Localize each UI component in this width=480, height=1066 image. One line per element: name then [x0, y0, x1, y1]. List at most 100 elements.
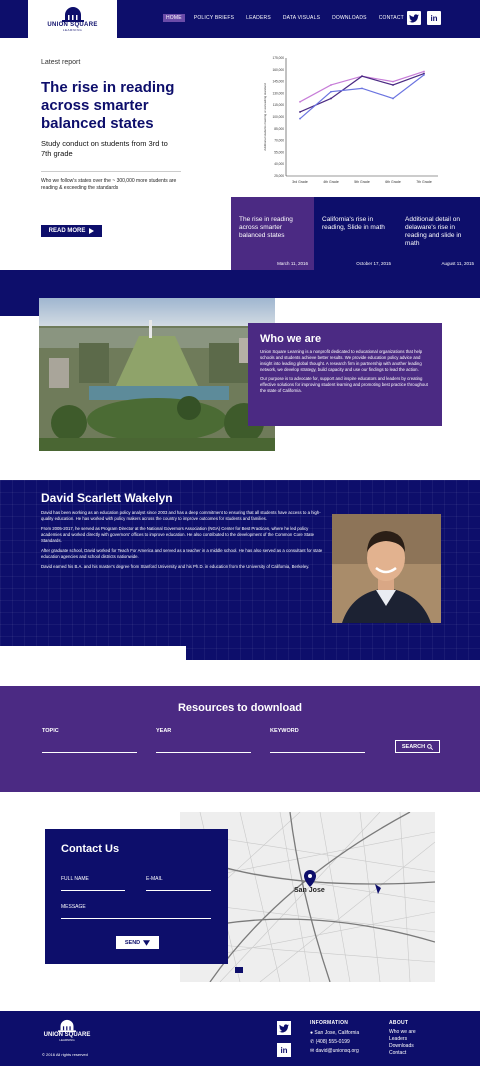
- brand-tagline: LEARNING: [62, 28, 83, 32]
- bio-paragraph: After graduate school, David worked for …: [41, 548, 323, 559]
- read-more-label: READ MORE: [48, 228, 86, 234]
- phone-icon: ✆: [310, 1039, 315, 1045]
- chart-point: [299, 111, 301, 113]
- resources-title: Resources to download: [177, 702, 303, 714]
- footer-email-text: david@unionsq.org: [315, 1048, 359, 1054]
- contact-title: Contact Us: [61, 843, 120, 855]
- report-card[interactable]: The rise in reading across smarter balan…: [231, 197, 314, 270]
- nav-item-policy-briefs[interactable]: POLICY BRIEFS: [191, 14, 237, 22]
- brand-logo[interactable]: UNION SQUARE LEARNING: [28, 0, 117, 38]
- linkedin-icon[interactable]: in: [277, 1043, 291, 1057]
- report-card-date: March 11, 2016: [277, 261, 308, 266]
- search-icon: [427, 743, 434, 750]
- chart-point: [330, 97, 332, 100]
- report-card[interactable]: Additional detail on delaware's rise in …: [397, 197, 480, 270]
- report-card-date: October 17, 2015: [356, 261, 391, 266]
- chart-x-tick: 5th Grade: [354, 180, 370, 184]
- nav-item-data-visuals[interactable]: DATA VISUALS: [280, 14, 323, 22]
- footer-phone: ✆ (408) 555-0199: [310, 1039, 350, 1046]
- bio-name: David Scarlett Wakelyn: [41, 491, 173, 505]
- footer-link[interactable]: Contact: [389, 1050, 406, 1057]
- who-we-are-panel: Who we are Union Square Learning is a no…: [248, 323, 442, 426]
- chart-y-tick: 160,000: [272, 68, 284, 72]
- footer-brand-tagline: LEARNING: [59, 1038, 75, 1042]
- about-paragraph: Union Square Learning is a nonprofit ded…: [260, 349, 423, 372]
- report-card[interactable]: California's rise in reading, Slide in m…: [314, 197, 397, 270]
- hero-eyebrow: Latest report: [41, 59, 81, 66]
- bio-top-edge: [0, 472, 480, 480]
- mail-icon: ✉: [310, 1048, 315, 1054]
- nav-item-leaders[interactable]: LEADERS: [243, 14, 274, 22]
- topic-input[interactable]: [42, 752, 137, 753]
- footer-link[interactable]: Who we are: [389, 1029, 416, 1036]
- search-button[interactable]: SEARCH: [395, 740, 440, 753]
- topic-label: TOPIC: [42, 728, 59, 734]
- david-portrait: [332, 514, 441, 623]
- bio-bottom-edge: [0, 646, 186, 688]
- about-title: Who we are: [260, 333, 322, 345]
- hero-title: The rise in reading across smarter balan…: [41, 79, 175, 132]
- keyword-label: KEYWORD: [270, 728, 299, 734]
- footer-logo[interactable]: UNION SQUARE LEARNING: [42, 1019, 92, 1042]
- year-input[interactable]: [156, 752, 251, 753]
- linkedin-icon[interactable]: in: [427, 11, 441, 25]
- map-city-label: San Jose: [294, 887, 325, 894]
- top-nav: UNION SQUARE LEARNING HOME POLICY BRIEFS…: [0, 0, 480, 38]
- about-paragraph: Our purpose is to advocate for, support …: [260, 376, 428, 393]
- send-button[interactable]: SEND: [116, 936, 159, 949]
- nav-item-contact[interactable]: CONTACT: [376, 14, 407, 22]
- footer-link[interactable]: Downloads: [389, 1043, 414, 1050]
- full-name-input[interactable]: [61, 890, 125, 891]
- report-card-date: August 11, 2015: [441, 261, 474, 266]
- main-menu: HOME POLICY BRIEFS LEADERS DATA VISUALS …: [163, 14, 407, 22]
- chart-x-tick: 3rd Grade: [292, 180, 308, 184]
- chart-y-tick: 115,000: [273, 103, 285, 107]
- resources-section: Resources to download TOPIC YEAR KEYWORD…: [0, 686, 480, 792]
- footer-phone-text: (408) 555-0199: [315, 1039, 350, 1045]
- search-label: SEARCH: [401, 743, 426, 750]
- keyword-input[interactable]: [270, 752, 365, 753]
- chart-point: [423, 70, 425, 73]
- footer-email[interactable]: ✉ david@unionsq.org: [310, 1048, 359, 1055]
- chart-series-line: [299, 72, 425, 113]
- site-footer: UNION SQUARE LEARNING © 2016 All rights …: [0, 1011, 480, 1066]
- nav-item-downloads[interactable]: DOWNLOADS: [329, 14, 370, 22]
- report-card-title: Additional detail on delaware's rise in …: [405, 216, 462, 247]
- washington-mall-photo: [39, 298, 275, 451]
- footer-address: ● San Jose, California: [310, 1030, 359, 1037]
- footer-link[interactable]: Leaders: [389, 1036, 407, 1043]
- chart-point: [392, 84, 394, 86]
- hero-description: Who we follow's states over the ~ 300,00…: [41, 178, 177, 191]
- send-icon: [143, 939, 151, 946]
- location-pin-icon: ●: [310, 1030, 314, 1036]
- footer-about-title: ABOUT: [389, 1020, 409, 1026]
- capitol-dome-icon: [61, 7, 84, 22]
- chart-y-tick: 175,000: [272, 56, 284, 60]
- chart-y-label: Additional students meeting or exceeding…: [263, 83, 267, 151]
- chart-y-tick: 25,000: [274, 174, 284, 178]
- email-input[interactable]: [146, 890, 211, 891]
- chart-y-tick: 55,000: [274, 150, 284, 154]
- chart-point: [392, 97, 394, 100]
- chart-x-tick: 4th Grade: [323, 180, 339, 184]
- triangle-right-icon: [89, 228, 95, 234]
- message-label: MESSAGE: [61, 904, 86, 910]
- chart-point: [330, 84, 332, 86]
- chart-series-line: [299, 74, 425, 120]
- nav-item-home[interactable]: HOME: [163, 14, 185, 22]
- chart-y-tick: 130,000: [272, 91, 284, 95]
- read-more-button[interactable]: READ MORE: [41, 225, 102, 237]
- chart-point: [299, 100, 301, 103]
- twitter-icon[interactable]: [277, 1021, 291, 1035]
- chart-point: [299, 117, 301, 120]
- bio-paragraph: David earned his B.A. and his master's d…: [41, 564, 310, 569]
- year-label: YEAR: [156, 728, 172, 734]
- chart-point: [392, 80, 394, 83]
- message-input[interactable]: [61, 918, 211, 919]
- email-label: E-MAIL: [146, 876, 163, 882]
- chart-y-tick: 40,000: [274, 162, 284, 166]
- footer-info-title: INFORMATION: [310, 1020, 349, 1026]
- bio-paragraph: From 2005-2017, he served as Program Dir…: [41, 526, 315, 543]
- hero-subtitle: Study conduct on students from 3rd to 7t…: [41, 139, 168, 158]
- twitter-icon[interactable]: [407, 11, 421, 25]
